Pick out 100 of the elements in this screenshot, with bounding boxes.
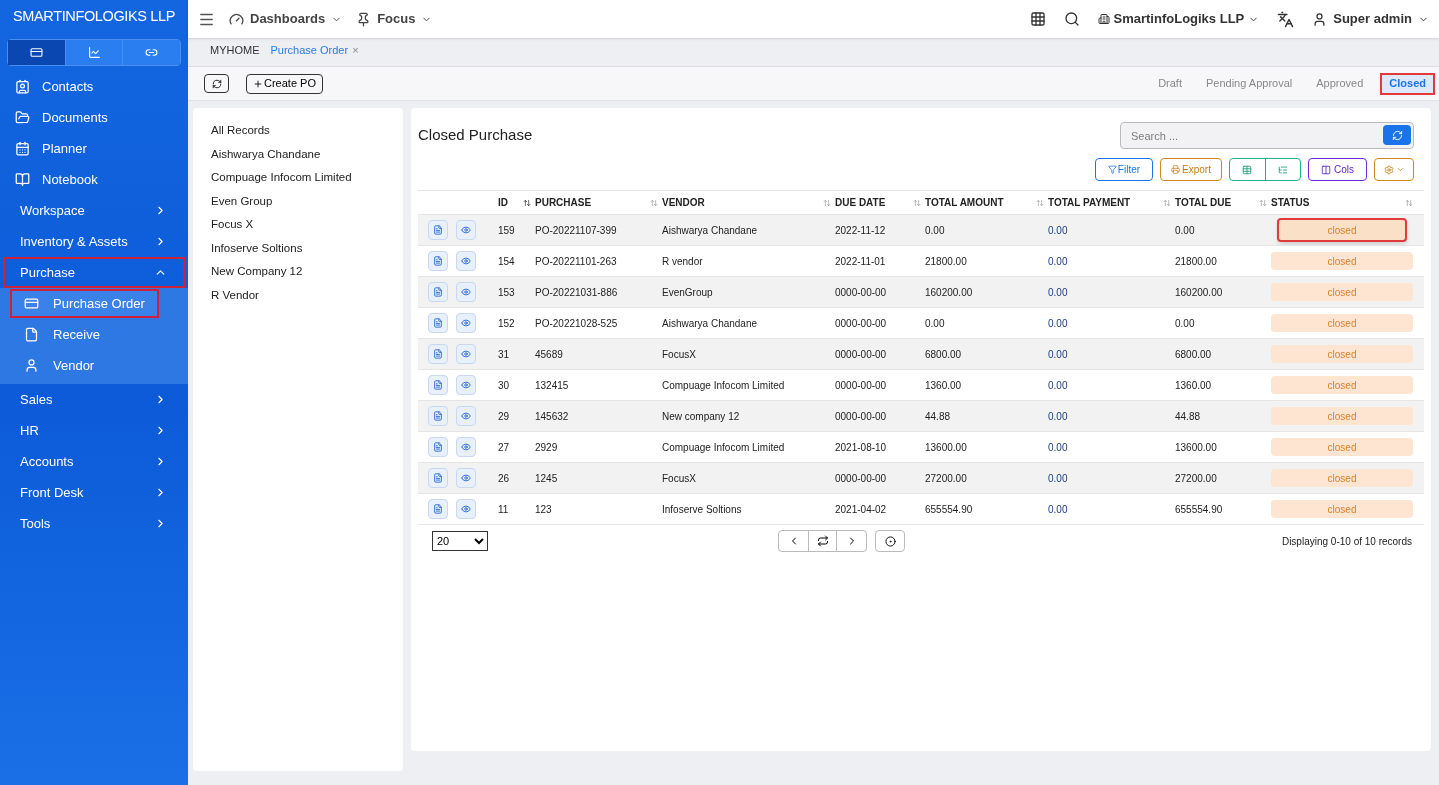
sidebar-item[interactable]: Planner bbox=[0, 133, 188, 164]
page-size-select[interactable]: 20 bbox=[432, 531, 488, 551]
search-icon[interactable] bbox=[1063, 11, 1080, 27]
view-button[interactable] bbox=[456, 437, 476, 457]
sort-icon bbox=[823, 198, 831, 207]
document-icon bbox=[433, 411, 443, 421]
view-button[interactable] bbox=[456, 220, 476, 240]
filter-item[interactable]: R Vendor bbox=[211, 286, 403, 303]
records-summary: Displaying 0-10 of 10 records bbox=[1281, 534, 1412, 549]
link-icon bbox=[145, 46, 159, 59]
sidebar-item[interactable]: Documents bbox=[0, 102, 188, 133]
table-row[interactable]: 26 1245 FocusX 0000-00-00 27200.00 0.00 27200.00 closed bbox=[418, 462, 1424, 493]
column-header[interactable]: ID bbox=[498, 195, 535, 210]
sidebar-item[interactable]: Purchase bbox=[3, 257, 185, 288]
filter-button[interactable]: Filter bbox=[1094, 158, 1154, 181]
document-button[interactable] bbox=[428, 313, 448, 333]
submenu-item[interactable]: Receive bbox=[10, 320, 114, 349]
table-cell: 45689 bbox=[535, 348, 563, 360]
view-button[interactable] bbox=[456, 344, 476, 364]
refresh-button[interactable] bbox=[204, 74, 229, 93]
filter-item[interactable]: Compuage Infocom Limited bbox=[211, 169, 403, 186]
document-button[interactable] bbox=[428, 406, 448, 426]
book-icon bbox=[15, 172, 30, 187]
breadcrumb-tab[interactable]: Purchase Order bbox=[270, 41, 349, 58]
view-button[interactable] bbox=[456, 375, 476, 395]
table-cell: Aishwarya Chandane bbox=[662, 224, 758, 236]
status-badge: closed bbox=[1271, 438, 1413, 456]
document-button[interactable] bbox=[428, 499, 448, 519]
column-header[interactable]: TOTAL AMOUNT bbox=[925, 195, 1048, 210]
company-menu[interactable]: SmartinfoLogiks LLP bbox=[1097, 9, 1260, 29]
column-header[interactable]: TOTAL DUE bbox=[1175, 195, 1271, 210]
sidebar-item[interactable]: Contacts bbox=[0, 71, 188, 102]
column-header[interactable]: STATUS bbox=[1271, 195, 1417, 210]
target-button[interactable] bbox=[875, 530, 905, 552]
settings-button[interactable] bbox=[1374, 158, 1414, 181]
view-button[interactable] bbox=[456, 406, 476, 426]
status-badge: closed bbox=[1271, 469, 1413, 487]
view-button[interactable] bbox=[456, 251, 476, 271]
sidebar-item[interactable]: Notebook bbox=[0, 164, 188, 195]
filter-item[interactable]: All Records bbox=[211, 122, 403, 139]
sidebar-item[interactable]: Workspace bbox=[3, 195, 185, 226]
column-header[interactable]: DUE DATE bbox=[835, 195, 925, 210]
sidebar-item[interactable]: Sales bbox=[3, 384, 185, 415]
view-button[interactable] bbox=[456, 468, 476, 488]
table-icon bbox=[1242, 164, 1253, 175]
table-row[interactable]: 29 145632 New company 12 0000-00-00 44.88 0.00 44.88 closed bbox=[418, 400, 1424, 431]
view-button[interactable] bbox=[456, 282, 476, 302]
nav-menu[interactable]: Dashboards bbox=[229, 9, 343, 29]
eye-icon bbox=[461, 349, 471, 359]
document-button[interactable] bbox=[428, 344, 448, 364]
table-row[interactable]: 31 45689 FocusX 0000-00-00 6800.00 0.00 6800.00 closed bbox=[418, 338, 1424, 369]
sidebar-tab[interactable] bbox=[8, 40, 65, 65]
sidebar-item[interactable]: Front Desk bbox=[3, 477, 185, 508]
language-icon[interactable] bbox=[1277, 10, 1295, 28]
create-po-button[interactable]: Create PO bbox=[246, 73, 323, 94]
column-header[interactable]: TOTAL PAYMENT bbox=[1048, 195, 1175, 210]
filter-item[interactable]: New Company 12 bbox=[211, 263, 403, 280]
sidebar-item[interactable]: Tools bbox=[3, 508, 185, 539]
table-cell: 6800.00 bbox=[1175, 348, 1212, 360]
table-cell: 2021-08-10 bbox=[835, 441, 887, 453]
nav-menu[interactable]: Focus bbox=[356, 9, 433, 29]
user-icon bbox=[1312, 11, 1328, 27]
column-header[interactable]: VENDOR bbox=[662, 195, 835, 210]
document-button[interactable] bbox=[428, 437, 448, 457]
refresh-icon bbox=[211, 78, 222, 89]
breadcrumb-home[interactable]: MYHOME bbox=[210, 41, 260, 58]
reload-button[interactable] bbox=[808, 531, 837, 551]
filter-item[interactable]: Aishwarya Chandane bbox=[211, 145, 403, 162]
document-button[interactable] bbox=[428, 468, 448, 488]
user-menu[interactable]: Super admin bbox=[1312, 9, 1429, 29]
sidebar-item[interactable]: Accounts bbox=[3, 446, 185, 477]
document-button[interactable] bbox=[428, 251, 448, 271]
table-cell: 0000-00-00 bbox=[835, 410, 887, 422]
document-button[interactable] bbox=[428, 282, 448, 302]
table-cell: 44.88 bbox=[1175, 410, 1201, 422]
submenu-item[interactable]: Purchase Order bbox=[10, 289, 159, 318]
sidebar-item[interactable]: Inventory & Assets bbox=[3, 226, 185, 257]
view-button[interactable] bbox=[456, 499, 476, 519]
document-button[interactable] bbox=[428, 375, 448, 395]
apps-grid-icon[interactable] bbox=[1029, 11, 1046, 27]
table-row[interactable]: 159 PO-20221107-399 Aishwarya Chandane 2022-11-12 0.00 0.00 0.00 closed bbox=[418, 214, 1424, 245]
table-row[interactable]: 153 PO-20221031-886 EvenGroup 0000-00-00 160200.00 0.00 160200.00 closed bbox=[418, 276, 1424, 307]
table-cell: 0.00 bbox=[1048, 410, 1068, 422]
document-button[interactable] bbox=[428, 220, 448, 240]
sidebar-item[interactable]: HR bbox=[3, 415, 185, 446]
repeat-icon bbox=[816, 535, 829, 547]
caret-icon bbox=[1395, 165, 1405, 174]
brand-logo: SMARTINFOLOGIKS LLP bbox=[11, 6, 177, 26]
view-button[interactable] bbox=[456, 313, 476, 333]
status-tab[interactable]: Closed bbox=[1380, 72, 1435, 95]
columns-button[interactable]: Cols bbox=[1308, 158, 1367, 181]
column-header[interactable]: PURCHASE bbox=[535, 195, 662, 210]
filter-item[interactable]: Infoserve Soltions bbox=[211, 239, 403, 256]
status-tab[interactable]: Draft bbox=[1151, 72, 1189, 95]
table-cell: New company 12 bbox=[662, 410, 740, 422]
table-cell: PO-20221101-263 bbox=[535, 255, 617, 267]
filter-item[interactable]: Even Group bbox=[211, 192, 403, 209]
submenu-item[interactable]: Vendor bbox=[10, 351, 109, 380]
filter-item[interactable]: Focus X bbox=[211, 216, 403, 233]
search-field[interactable]: Search ... bbox=[1120, 122, 1414, 149]
